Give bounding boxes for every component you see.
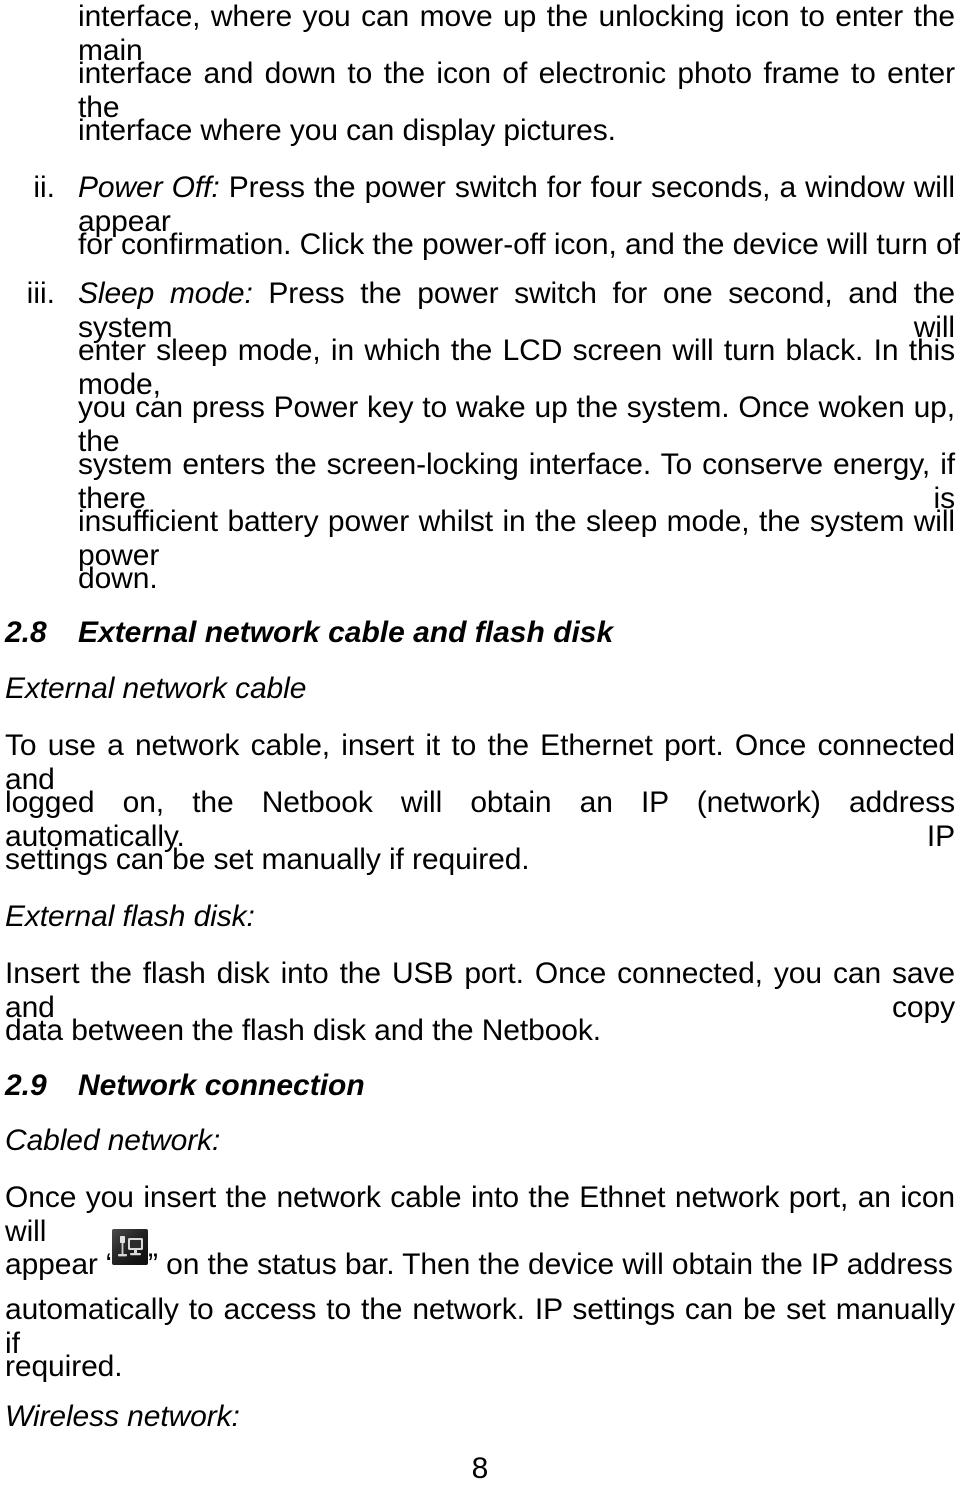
- paragraph-intro-line-3: interface where you can display pictures…: [78, 114, 616, 147]
- list-marker-iii: iii.: [26, 277, 55, 310]
- section-2-8-title: External network cable and flash disk: [78, 616, 614, 649]
- section-2-9-number: 2.9: [5, 1069, 47, 1102]
- section-2-9-body-line-2-suffix: ” on the status bar. Then the device wil…: [148, 1248, 953, 1282]
- network-connected-icon: [112, 1229, 148, 1265]
- quote-close: ”: [148, 1248, 158, 1281]
- status-bar-text: on the status bar. Then the device will …: [157, 1248, 953, 1281]
- section-2-8-number: 2.8: [5, 616, 47, 649]
- list-item-ii-term: Power Off:: [78, 171, 220, 204]
- list-marker-ii: ii.: [33, 171, 55, 204]
- subheading-external-network-cable: External network cable: [5, 672, 307, 705]
- page-number: 8: [471, 1452, 489, 1485]
- section-2-8-body-line-3: settings can be set manually if required…: [5, 843, 530, 876]
- list-item-ii-text-1: [220, 171, 229, 204]
- section-2-9-title: Network connection: [78, 1069, 365, 1102]
- subheading-external-flash-disk: External flash disk:: [5, 900, 255, 933]
- document-page: interface, where you can move up the unl…: [0, 0, 960, 1506]
- section-2-8-flash-line-2: data between the flash disk and the Netb…: [5, 1014, 602, 1047]
- section-2-9-body-line-2-prefix: appear “: [5, 1248, 116, 1282]
- list-item-ii-line-2: for confirmation. Click the power-off ic…: [78, 228, 960, 261]
- section-2-9-body-line-4: required.: [5, 1350, 123, 1383]
- subheading-cabled-network: Cabled network:: [5, 1124, 221, 1157]
- network-connected-icon-wrap: [112, 1229, 148, 1265]
- subheading-wireless-network: Wireless network:: [5, 1400, 240, 1433]
- list-item-iii-space: [253, 277, 269, 310]
- list-item-iii-term: Sleep mode:: [78, 277, 253, 310]
- list-item-iii-line-5: insufficient battery power whilst in the…: [78, 505, 955, 572]
- appear-text: appear: [5, 1248, 107, 1281]
- list-item-iii-line-6: down.: [78, 562, 158, 595]
- section-2-9-body-line-3: automatically to access to the network. …: [5, 1293, 955, 1360]
